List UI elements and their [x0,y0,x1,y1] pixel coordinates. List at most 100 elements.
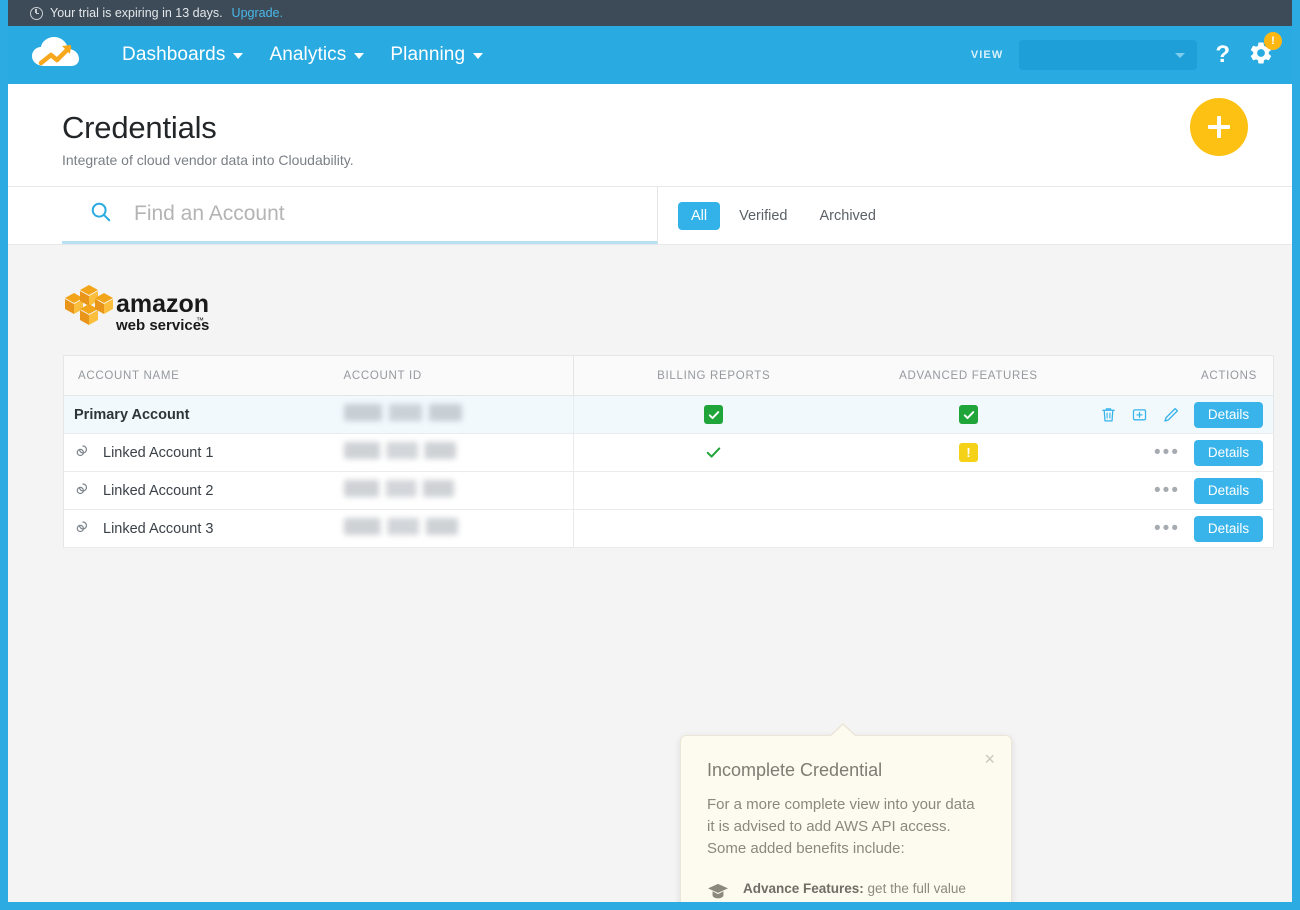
nav-item-dashboards[interactable]: Dashboards [122,44,244,66]
trash-icon[interactable] [1100,406,1117,423]
cell-account-name: Linked Account 2 [63,471,334,510]
table-row[interactable]: Linked Account 3 ••• Details [63,509,1274,548]
cell-billing-reports [573,395,854,434]
benefit-item: Advance Features: get the full value fro… [707,879,985,902]
table-row[interactable]: Linked Account 2 ••• Details [63,471,1274,510]
column-actions: ACTIONS [1083,355,1274,396]
nav-links: Dashboards Analytics Planning [122,44,484,66]
masked-account-id [343,480,454,497]
table-body: Primary Account Details Linked Account 1… [63,395,1274,548]
cell-actions: ••• Details [1083,471,1274,510]
popover-benefits: Advance Features: get the full value fro… [707,879,985,902]
cell-advanced-features [853,471,1084,510]
cell-account-name: Linked Account 3 [63,509,334,548]
row-actions: ••• Details [1154,477,1263,504]
cell-actions: Details [1083,395,1274,434]
more-dots-icon[interactable]: ••• [1154,481,1180,500]
cell-account-id [333,395,574,434]
table-header: ACCOUNT NAME ACCOUNT ID BILLING REPORTS … [63,355,1274,396]
advanced-features-warning-icon[interactable]: ! [959,443,978,462]
page-title: Credentials [62,110,217,145]
settings-gear-button[interactable]: ! [1248,31,1282,71]
view-select[interactable] [1019,40,1198,70]
cloudability-logo-icon[interactable] [24,32,102,78]
chevron-down-icon [473,53,484,59]
main-navbar: Dashboards Analytics Planning VIEW ? ! [8,26,1292,84]
app-window: Your trial is expiring in 13 days. Upgra… [0,0,1300,910]
add-folder-icon[interactable] [1131,406,1148,423]
linked-account-icon [74,481,90,501]
add-credential-button[interactable] [1190,98,1248,156]
column-account-name: ACCOUNT NAME [63,355,334,396]
billing-reports-checked-icon [704,405,724,424]
close-icon[interactable]: × [984,750,995,768]
page-header: Credentials Integrate of cloud vendor da… [8,84,1292,187]
table-row[interactable]: Primary Account Details [63,395,1274,434]
aws-logo: amazon web services ™ [38,279,1262,343]
trial-notice-bar: Your trial is expiring in 13 days. Upgra… [8,0,1292,26]
details-button[interactable]: Details [1194,439,1263,466]
search-icon [90,201,112,228]
chevron-down-icon [354,53,365,59]
cell-billing-reports [573,471,854,510]
view-label: VIEW [970,49,1004,61]
account-name-label: Linked Account 1 [103,444,214,461]
help-icon[interactable]: ? [1213,43,1232,67]
linked-account-icon [74,519,90,539]
cell-account-id [333,471,574,510]
search-box[interactable] [62,187,658,244]
popover-body: For a more complete view into your data … [707,796,975,857]
nav-item-label: Analytics [269,44,347,65]
filter-tabs: All Verified Archived [658,187,889,244]
benefit-title: Advance Features: [743,881,864,897]
notification-badge: ! [1264,31,1282,50]
column-billing-reports: BILLING REPORTS [573,355,854,396]
column-account-id: ACCOUNT ID [333,355,574,396]
svg-text:amazon: amazon [116,290,209,318]
page-content: Credentials Integrate of cloud vendor da… [8,84,1292,902]
details-button[interactable]: Details [1194,401,1263,428]
cell-advanced-features: ! [853,433,1084,472]
cell-billing-reports [573,433,854,472]
more-dots-icon[interactable]: ••• [1154,443,1180,462]
cell-actions: ••• Details [1083,509,1274,548]
billing-reports-check-icon [706,445,721,460]
details-button[interactable]: Details [1194,477,1263,504]
popover-title: Incomplete Credential [707,760,883,780]
linked-account-icon [74,443,90,463]
pencil-icon[interactable] [1162,406,1180,424]
cell-advanced-features [853,509,1084,548]
column-advanced-features: ADVANCED FEATURES [853,355,1084,396]
nav-item-analytics[interactable]: Analytics [269,44,365,66]
page-subtitle: Integrate of cloud vendor data into Clou… [62,152,354,168]
trial-message: Your trial is expiring in 13 days. [50,6,223,20]
cell-billing-reports [573,509,854,548]
row-actions: ••• Details [1154,515,1263,542]
cell-account-id [333,509,574,548]
filter-tab-archived[interactable]: Archived [807,202,889,230]
upgrade-link[interactable]: Upgrade. [232,6,283,20]
search-and-filter-row: All Verified Archived [8,187,1292,245]
search-input[interactable] [134,202,657,226]
chevron-down-icon [1175,52,1186,58]
filter-tab-all[interactable]: All [678,201,721,230]
masked-account-id [343,518,458,535]
row-actions: Details [1100,401,1263,428]
svg-text:™: ™ [196,316,204,325]
benefit-text: Advance Features: get the full value fro… [743,879,985,902]
account-name-label: Primary Account [74,406,190,423]
cell-account-name: Linked Account 1 [63,433,334,472]
more-dots-icon[interactable]: ••• [1154,519,1180,538]
row-actions: ••• Details [1154,439,1263,466]
cell-advanced-features [853,395,1084,434]
cell-account-name: Primary Account [63,395,334,434]
nav-item-planning[interactable]: Planning [390,44,484,66]
masked-account-id [343,404,462,421]
advanced-features-checked-icon [959,405,978,424]
table-row[interactable]: Linked Account 1 ! ••• Details [63,433,1274,472]
filter-tab-verified[interactable]: Verified [726,202,800,230]
incomplete-credential-popover: × Incomplete Credential For a more compl… [680,723,1012,902]
navbar-right-controls: VIEW ? ! [970,31,1282,71]
details-button[interactable]: Details [1194,515,1263,542]
table-header-row: ACCOUNT NAME ACCOUNT ID BILLING REPORTS … [63,355,1274,396]
